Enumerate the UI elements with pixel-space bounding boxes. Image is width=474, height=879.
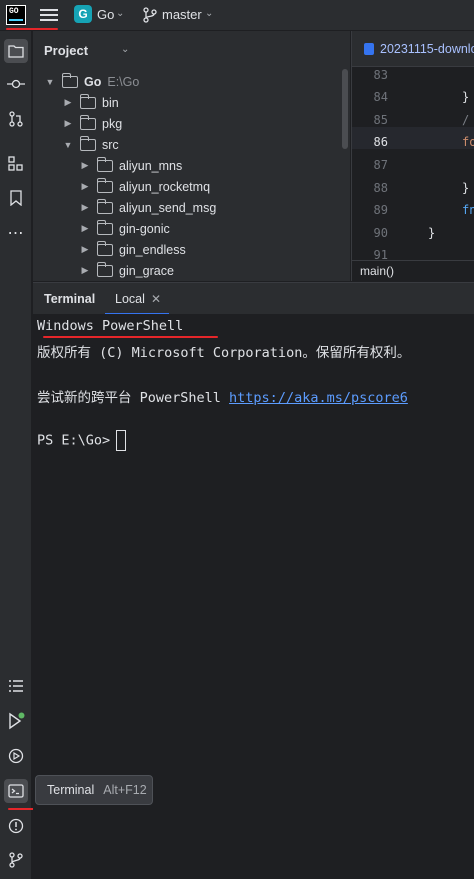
chevron-right-icon[interactable]: ▶ — [79, 265, 91, 276]
code-line[interactable]: fo — [462, 135, 474, 149]
terminal-tab-local[interactable]: Local ✕ — [105, 283, 169, 315]
commit-icon[interactable] — [4, 72, 28, 96]
line-number: 88 — [373, 181, 388, 195]
line-number: 85 — [373, 113, 388, 127]
pull-requests-icon[interactable] — [4, 107, 28, 131]
line-number: 89 — [373, 203, 388, 217]
project-panel-title[interactable]: Project — [44, 43, 88, 58]
terminal-header: Terminal Local ✕ — [33, 282, 474, 315]
chevron-right-icon[interactable]: ▶ — [79, 202, 91, 213]
branch-widget-label[interactable]: master — [162, 7, 202, 22]
terminal-prompt-line: PS E:\Go> — [37, 430, 127, 451]
line-number: 87 — [373, 158, 388, 172]
line-number: 86 — [373, 135, 388, 149]
git-icon[interactable] — [4, 848, 28, 872]
project-tool-window: Project ⌄ ▼ Go E:\Go ▶ bin ▶ pkg ▼ src ▶… — [33, 31, 350, 281]
terminal-tooltip: Terminal Alt+F12 — [35, 775, 153, 805]
terminal-line: 尝试新的跨平台 PowerShell https://aka.ms/pscore… — [37, 390, 408, 406]
line-number: 90 — [373, 226, 388, 240]
project-widget-label[interactable]: Go — [97, 7, 114, 22]
chevron-down-icon[interactable]: ⌄ — [121, 44, 129, 55]
tooltip-label: Terminal — [47, 783, 95, 797]
tree-item-src[interactable]: ▼ src — [62, 134, 119, 155]
code-line[interactable]: } — [428, 226, 435, 240]
folder-icon — [96, 219, 113, 235]
folder-icon — [61, 72, 78, 88]
bookmarks-icon[interactable] — [4, 186, 28, 210]
chevron-right-icon[interactable]: ▶ — [79, 223, 91, 234]
tool-window-strip: ⋯ — [0, 31, 32, 879]
tree-item-gin-endless[interactable]: ▶ gin_endless — [79, 239, 186, 260]
chevron-right-icon[interactable]: ▶ — [79, 160, 91, 171]
chevron-down-icon[interactable]: ▼ — [44, 77, 56, 87]
folder-icon — [79, 93, 96, 109]
tree-item-aliyun-send-msg[interactable]: ▶ aliyun_send_msg — [79, 197, 216, 218]
chevron-right-icon[interactable]: ▶ — [62, 97, 74, 108]
tree-item-pkg[interactable]: ▶ pkg — [62, 113, 122, 134]
project-icon[interactable] — [4, 39, 28, 63]
tooltip-shortcut: Alt+F12 — [103, 783, 147, 797]
terminal-icon[interactable] — [4, 779, 28, 803]
folder-icon — [79, 114, 96, 130]
chevron-right-icon[interactable]: ▶ — [62, 118, 74, 129]
folder-icon — [96, 261, 113, 277]
title-bar: GO G Go ⌄ master ⌄ — [0, 0, 474, 31]
editor-pane: 20231115-downlo 83 84 85 86 87 88 89 90 … — [351, 31, 474, 281]
code-line[interactable]: } — [462, 181, 469, 195]
goland-logo-icon[interactable]: GO — [6, 5, 26, 25]
folder-icon — [96, 156, 113, 172]
tree-item-aliyun-rocketmq[interactable]: ▶ aliyun_rocketmq — [79, 176, 210, 197]
more-icon[interactable]: ⋯ — [4, 221, 28, 245]
terminal-cursor — [116, 430, 127, 451]
line-number: 83 — [373, 68, 388, 82]
terminal-title: Terminal — [44, 292, 96, 306]
folder-icon — [96, 198, 113, 214]
close-icon[interactable]: ✕ — [151, 292, 161, 306]
code-line[interactable]: / — [462, 113, 469, 127]
folder-icon — [96, 240, 113, 256]
structure-icon[interactable] — [4, 152, 28, 176]
chevron-right-icon[interactable]: ▶ — [79, 244, 91, 255]
problems-icon[interactable] — [4, 814, 28, 838]
folder-icon — [79, 135, 96, 151]
tree-item-gin-grace[interactable]: ▶ gin_grace — [79, 260, 174, 281]
pscore-link[interactable]: https://aka.ms/pscore6 — [229, 390, 408, 406]
terminal-line: Windows PowerShell — [37, 318, 184, 334]
terminal-line: 版权所有 (C) Microsoft Corporation。保留所有权利。 — [37, 345, 411, 361]
project-badge[interactable]: G — [74, 5, 92, 23]
code-line[interactable]: fn — [462, 203, 474, 217]
run-icon[interactable] — [4, 709, 28, 733]
services-icon[interactable] — [4, 744, 28, 768]
tree-item-go[interactable]: ▼ Go E:\Go — [44, 71, 139, 92]
line-number: 84 — [373, 90, 388, 104]
chevron-right-icon[interactable]: ▶ — [79, 181, 91, 192]
tree-item-bin[interactable]: ▶ bin — [62, 92, 119, 113]
branch-icon[interactable] — [143, 7, 157, 23]
main-menu-icon[interactable] — [40, 6, 58, 24]
breadcrumb[interactable]: main() — [352, 260, 474, 281]
tree-item-gin-gonic[interactable]: ▶ gin-gonic — [79, 218, 170, 239]
project-scrollbar[interactable] — [342, 69, 348, 149]
code-line[interactable]: } — [462, 90, 469, 104]
folder-icon — [96, 177, 113, 193]
todo-icon[interactable] — [4, 674, 28, 698]
annotation-underline — [6, 28, 58, 30]
tree-item-aliyun-mns[interactable]: ▶ aliyun_mns — [79, 155, 182, 176]
terminal-tab-label: Local — [115, 292, 145, 306]
editor-tab-label: 20231115-downlo — [380, 42, 474, 56]
file-icon — [364, 43, 374, 55]
chevron-down-icon[interactable]: ▼ — [62, 140, 74, 150]
editor-tab[interactable]: 20231115-downlo — [352, 31, 474, 67]
chevron-down-icon[interactable]: ⌄ — [205, 8, 213, 19]
chevron-down-icon[interactable]: ⌄ — [116, 8, 124, 19]
annotation-underline — [43, 336, 218, 338]
